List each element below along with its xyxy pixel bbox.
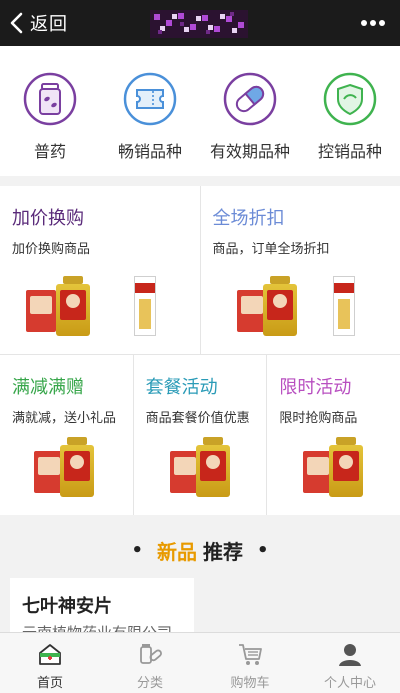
- promo-subtitle: 加价换购商品: [12, 238, 188, 257]
- back-label: 返回: [30, 10, 68, 36]
- promo-site-discount[interactable]: 全场折扣 商品，订单全场折扣: [200, 186, 400, 354]
- back-button[interactable]: 返回: [8, 8, 68, 38]
- product-carton-image: [134, 276, 156, 336]
- chevron-left-icon: [8, 12, 26, 34]
- category-best-sellers[interactable]: 畅销品种: [100, 46, 200, 176]
- heading-dot-right: •: [257, 540, 269, 561]
- category-label: 控销品种: [318, 138, 382, 162]
- heading-highlight: 新品: [157, 536, 197, 565]
- product-bottle-image: [196, 437, 230, 497]
- product-images: [0, 272, 200, 336]
- product-images: [267, 433, 400, 497]
- promo-full-reduction[interactable]: 满减满赠 满就减，送小礼品: [0, 355, 133, 515]
- tab-home[interactable]: 首页: [0, 633, 100, 693]
- promo-subtitle: 商品，订单全场折扣: [213, 238, 389, 257]
- category-label: 有效期品种: [210, 138, 290, 162]
- tab-profile[interactable]: 个人中心: [300, 633, 400, 693]
- user-icon: [337, 641, 363, 667]
- tab-label: 个人中心: [324, 672, 376, 691]
- product-carton-image: [333, 276, 355, 336]
- heading-dot-left: •: [131, 540, 143, 561]
- cart-icon: [237, 641, 263, 667]
- category-icon: [137, 641, 163, 667]
- promo-title: 全场折扣: [213, 204, 389, 230]
- home-icon: [37, 641, 63, 667]
- category-label: 畅销品种: [118, 138, 182, 162]
- tab-category[interactable]: 分类: [100, 633, 200, 693]
- category-controlled[interactable]: 控销品种: [300, 46, 400, 176]
- shield-icon: [323, 72, 377, 126]
- tab-label: 分类: [137, 672, 163, 691]
- product-name: 七叶神安片: [22, 592, 112, 618]
- capsule-icon: [223, 72, 277, 126]
- product-bottle-image: [60, 437, 94, 497]
- category-label: 普药: [34, 138, 66, 162]
- promo-title: 套餐活动: [146, 373, 255, 399]
- promo-subtitle: 满就减，送小礼品: [12, 407, 121, 426]
- product-images: [201, 272, 400, 336]
- more-icon[interactable]: [360, 14, 386, 32]
- promo-limited-time[interactable]: 限时活动 限时抢购商品: [266, 355, 400, 515]
- logo-image: [150, 10, 248, 38]
- heading-rest: 推荐: [203, 536, 243, 565]
- category-expiry[interactable]: 有效期品种: [200, 46, 300, 176]
- promo-subtitle: 商品套餐价值优惠: [146, 407, 255, 426]
- product-box-image: [26, 290, 56, 332]
- promo-title: 满减满赠: [12, 373, 121, 399]
- promo-row-bottom: 满减满赠 满就减，送小礼品 套餐活动 商品套餐价值优惠 限时活动 限时抢购商品: [0, 354, 400, 515]
- product-images: [0, 433, 133, 497]
- product-bottle-image: [56, 276, 90, 336]
- promo-package-deal[interactable]: 套餐活动 商品套餐价值优惠: [133, 355, 267, 515]
- new-products-heading: • 新品 推荐 •: [0, 530, 400, 570]
- product-card[interactable]: 七叶神安片 云南植物药业有限公司: [10, 578, 194, 638]
- promo-row-top: 加价换购 加价换购商品 全场折扣 商品，订单全场折扣: [0, 186, 400, 354]
- product-images: [134, 433, 267, 497]
- category-row: 普药 畅销品种 有效期品种 控销品种: [0, 46, 400, 176]
- pill-bottle-icon: [23, 72, 77, 126]
- tab-label: 首页: [37, 672, 63, 691]
- promo-title: 限时活动: [279, 373, 388, 399]
- promo-add-price-exchange[interactable]: 加价换购 加价换购商品: [0, 186, 200, 354]
- bottom-tab-bar: 首页 分类 购物车 个人中心: [0, 632, 400, 693]
- product-bottle-image: [329, 437, 363, 497]
- product-bottle-image: [263, 276, 297, 336]
- promo-title: 加价换购: [12, 204, 188, 230]
- ticket-icon: [123, 72, 177, 126]
- top-bar: 返回: [0, 0, 400, 46]
- promo-subtitle: 限时抢购商品: [279, 407, 388, 426]
- category-generic-drugs[interactable]: 普药: [0, 46, 100, 176]
- tab-cart[interactable]: 购物车: [200, 633, 300, 693]
- tab-label: 购物车: [230, 672, 269, 691]
